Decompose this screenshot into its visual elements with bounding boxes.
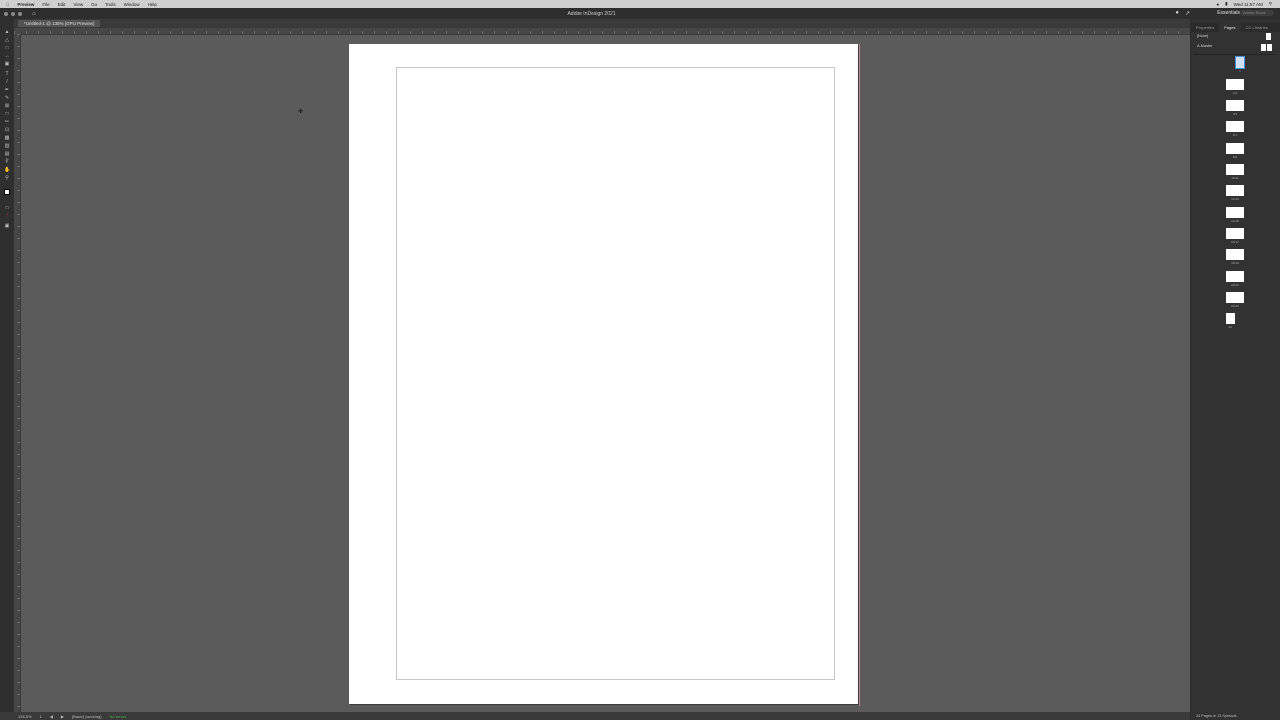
app-titlebar: ⌂ Adobe InDesign 2021 ● ↗ Essentials Ado… [0,8,1280,19]
spread-label: 14-15 [1231,219,1239,223]
pages-count: 24 Pages in 13 Spreads [1196,714,1237,718]
menu-tools[interactable]: Tools [105,2,116,7]
workspace-switcher[interactable]: Essentials [1217,10,1240,16]
menu-app[interactable]: Preview [17,2,34,7]
gap-tool-icon[interactable]: ↔ [4,53,10,59]
preflight-status[interactable]: No errors [110,714,127,719]
spread-thumbnail[interactable] [1226,207,1244,218]
spread-thumbnail[interactable] [1226,228,1244,239]
menu-window[interactable]: Window [124,2,140,7]
spread-thumbnail[interactable] [1226,143,1244,154]
pencil-tool-icon[interactable]: ✎ [4,95,10,101]
spread-thumbnail[interactable] [1226,185,1244,196]
selection-tool-icon[interactable]: ▲ [4,29,10,35]
battery-icon[interactable]: ▮ [1225,1,1227,7]
spread-thumbnail[interactable] [1226,164,1244,175]
tab-properties[interactable]: Properties [1191,23,1219,32]
page-label: 24 [1228,325,1232,329]
tools-panel: ▲ △ □ ↔ ▣ T / ✒ ✎ ⊠ □ ✂ ⊡ ▩ ▧ ▤ ∛ ✋ ⚲ □ … [0,19,15,712]
window-title: Adobe InDesign 2021 [567,11,616,17]
page-thumbnail[interactable] [1226,313,1235,324]
a-master-label[interactable]: A-Master [1197,44,1212,48]
panel-tabs: Properties Pages CC Libraries [1191,23,1280,32]
hand-tool-icon[interactable]: ✋ [4,167,10,173]
spread-thumbnail[interactable] [1226,121,1244,132]
rectangle-tool-icon[interactable]: □ [4,111,10,117]
vertical-ruler[interactable] [14,34,21,712]
menu-view[interactable]: View [73,2,83,7]
spread-thumbnail[interactable] [1226,79,1244,90]
page-margin-guides [396,67,835,680]
spread-label: 8-9 [1232,155,1238,159]
status-bar: 135.5% 1 ◀ ▶ [Basic] (working) No errors [0,712,1190,720]
spread-label: 18-19 [1231,261,1239,265]
spread-label: 12-13 [1231,197,1239,201]
none-master-thumbnail[interactable] [1266,33,1271,40]
spread-thumbnail[interactable] [1226,100,1244,111]
page-number-field[interactable]: 1 [40,714,42,719]
a-master-right-thumbnail[interactable] [1267,44,1272,51]
document-tab[interactable]: *Untitled-1 @ 135% [GPU Preview] [18,20,101,27]
pen-tool-icon[interactable]: ✒ [4,87,10,93]
gradient-swatch-tool-icon[interactable]: ▩ [4,135,10,141]
spread-label: 20-21 [1231,283,1239,287]
tab-cc-libraries[interactable]: CC Libraries [1241,23,1273,32]
page-thumbnail[interactable] [1235,56,1245,69]
menu-help[interactable]: Help [148,2,157,7]
zoom-tool-icon[interactable]: ⚲ [4,175,10,181]
cursor-icon: ✚ [298,109,304,115]
preflight-profile[interactable]: [Basic] (working) [72,714,102,719]
eyedropper-tool-icon[interactable]: ∛ [4,159,10,165]
rectangle-frame-tool-icon[interactable]: ⊠ [4,103,10,109]
next-page-icon[interactable]: ▶ [61,714,64,719]
spread-label: 10-11 [1231,176,1239,180]
spread-thumbnail[interactable] [1226,292,1244,303]
apply-none-icon[interactable]: ⧸ [4,213,10,219]
menu-edit[interactable]: Edit [58,2,66,7]
page-label: 1 [1239,69,1241,73]
horizontal-ruler[interactable] [14,28,1190,35]
formatting-affects-container-icon[interactable]: □ [4,205,10,211]
wifi-icon[interactable]: ● [1216,2,1219,7]
note-tool-icon[interactable]: ▤ [4,151,10,157]
none-master-label[interactable]: [None] [1197,34,1208,38]
direct-selection-tool-icon[interactable]: △ [4,37,10,43]
tab-pages[interactable]: Pages [1219,23,1241,32]
spread-thumbnail[interactable] [1226,271,1244,282]
scissors-tool-icon[interactable]: ✂ [4,119,10,125]
menu-file[interactable]: File [42,2,49,7]
bleed-guide [859,44,860,706]
type-tool-icon[interactable]: T [4,71,10,77]
content-collector-icon[interactable]: ▣ [4,61,10,67]
page-tool-icon[interactable]: □ [4,45,10,51]
stock-search-input[interactable]: Adobe Stock [1240,10,1274,16]
apple-icon[interactable]:  [6,2,9,7]
spread-label: 4-5 [1232,112,1238,116]
free-transform-tool-icon[interactable]: ⊡ [4,127,10,133]
gradient-feather-tool-icon[interactable]: ▧ [4,143,10,149]
lightbulb-icon[interactable]: ● [1175,10,1179,17]
line-tool-icon[interactable]: / [4,79,10,85]
screen-mode-icon[interactable]: ▣ [4,223,10,229]
prev-page-icon[interactable]: ◀ [50,714,53,719]
fill-stroke-swatch-icon[interactable] [4,189,10,195]
spread-thumbnail[interactable] [1226,249,1244,260]
share-icon[interactable]: ↗ [1185,10,1190,17]
panel-divider [1194,54,1276,55]
spread-label: 22-23 [1231,304,1239,308]
document-tabbar: *Untitled-1 @ 135% [GPU Preview] [14,19,1190,28]
spread-label: 6-7 [1232,133,1238,137]
a-master-left-thumbnail[interactable] [1261,44,1266,51]
menu-go[interactable]: Go [91,2,97,7]
spread-label: 16-17 [1231,240,1239,244]
macos-menubar:  Preview File Edit View Go Tools Window… [0,0,1280,8]
search-icon[interactable]: ⚲ [1269,1,1272,7]
spread-label: 2-3 [1232,91,1238,95]
zoom-level[interactable]: 135.5% [18,714,32,719]
menubar-clock[interactable]: Wed 11:57 AM [1234,2,1263,7]
